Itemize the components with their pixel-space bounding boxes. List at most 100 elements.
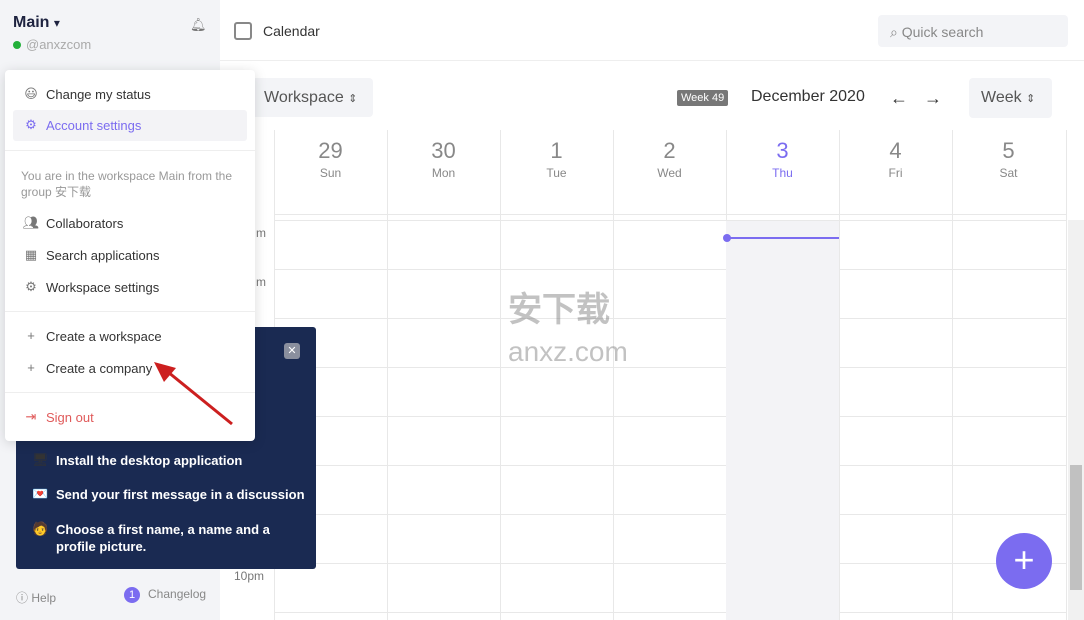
grid-icon: ▦ — [24, 247, 38, 262]
annotation-arrow — [154, 362, 233, 426]
grid-line — [274, 318, 1066, 319]
day-name: Sun — [319, 166, 342, 180]
day-number: 30 — [431, 138, 456, 163]
scope-value: Workspace — [264, 89, 344, 106]
onboarding-item[interactable]: Install the desktop application — [56, 452, 242, 469]
grid-line — [274, 612, 1066, 613]
plus-icon: + — [27, 328, 35, 343]
bell-icon[interactable]: 🔔︎ — [190, 17, 207, 33]
change-status-item[interactable]: 😃 Change my status — [13, 79, 247, 110]
day-header[interactable]: 29 Sun — [274, 138, 387, 180]
menu-label: Create a company — [46, 361, 153, 376]
grid-line — [1066, 130, 1067, 620]
grid-line — [500, 130, 501, 620]
close-icon[interactable]: ✕ — [284, 343, 300, 359]
create-workspace-item[interactable]: + Create a workspace — [13, 321, 247, 352]
chevron-down-icon: ▾ — [53, 16, 60, 30]
day-header[interactable]: 2 Wed — [613, 138, 726, 180]
grid-line — [274, 465, 1066, 466]
day-header[interactable]: 5 Sat — [952, 138, 1065, 180]
search-icon: ⌕ — [890, 24, 898, 40]
search-input[interactable]: ⌕ Quick search — [878, 15, 1068, 47]
search-placeholder: Quick search — [901, 24, 984, 40]
account-settings-item[interactable]: ⚙ Account settings — [13, 110, 247, 141]
grid-line — [387, 130, 388, 620]
search-applications-item[interactable]: ▦ Search applications — [13, 240, 247, 271]
updown-icon: ⇕ — [348, 93, 358, 105]
divider — [5, 150, 255, 151]
page-title: Calendar — [263, 23, 320, 39]
gear-icon: ⚙ — [25, 117, 37, 132]
grid-line — [274, 514, 1066, 515]
add-event-button[interactable]: + — [996, 533, 1052, 589]
grid-line — [613, 130, 614, 620]
grid-line — [274, 563, 1066, 564]
workspace-switcher[interactable]: Main ▾ — [13, 14, 60, 32]
day-header[interactable]: 1 Tue — [500, 138, 613, 180]
smiley-icon: 😃 — [24, 86, 38, 101]
onboarding-item[interactable]: Send your first message in a discussion — [56, 486, 305, 503]
grid-line — [839, 130, 840, 620]
day-number: 1 — [550, 138, 563, 163]
onboarding-item[interactable]: Choose a first name, a name and a profil… — [56, 521, 296, 555]
time-label: m — [256, 226, 266, 240]
day-number: 3 — [776, 138, 789, 163]
top-bar: Calendar ⌕ Quick search — [220, 0, 1084, 61]
help-icon: ⓘ — [16, 591, 29, 605]
current-time-line — [723, 234, 839, 242]
day-number: 2 — [663, 138, 676, 163]
grid-line — [274, 416, 1066, 417]
changelog-link[interactable]: 1 Changelog — [124, 587, 206, 603]
day-header[interactable]: 4 Fri — [839, 138, 952, 180]
users-icon: 👥︎ — [22, 215, 40, 230]
day-number: 5 — [1002, 138, 1015, 163]
menu-label: Search applications — [46, 248, 160, 263]
handle-text: @anxzcom — [26, 37, 92, 52]
current-time-dot — [723, 234, 731, 242]
workspace-settings-item[interactable]: ⚙ Workspace settings — [13, 272, 247, 303]
person-icon: 🧑 — [32, 521, 49, 536]
view-value: Week — [981, 89, 1022, 106]
view-select[interactable]: Week ⇕ — [969, 78, 1052, 118]
changelog-label: Changelog — [148, 587, 207, 601]
day-name: Wed — [657, 166, 682, 180]
plus-icon: + — [27, 360, 35, 375]
scope-select[interactable]: Workspace ⇕ — [252, 78, 373, 117]
updown-icon: ⇕ — [1026, 93, 1036, 105]
day-name: Mon — [431, 166, 456, 180]
envelope-heart-icon: 💌 — [32, 486, 49, 501]
collaborators-item[interactable]: 👥︎ Collaborators — [13, 208, 247, 239]
month-label: December 2020 — [751, 88, 865, 105]
day-header[interactable]: 30 Mon — [387, 138, 500, 180]
prev-arrow-icon[interactable]: ← — [890, 88, 908, 109]
day-number: 4 — [889, 138, 902, 163]
day-header[interactable]: 3 Thu — [726, 138, 839, 180]
watermark: 安下载 anxz.com — [508, 291, 628, 367]
menu-label: Sign out — [46, 410, 94, 425]
menu-label: Change my status — [46, 87, 151, 102]
next-arrow-icon[interactable]: → — [924, 88, 942, 109]
scrollbar-thumb[interactable] — [1070, 465, 1082, 590]
calendar-icon — [234, 22, 252, 40]
changelog-badge: 1 — [124, 587, 140, 603]
help-link[interactable]: ⓘ Help — [16, 589, 56, 606]
menu-label: Create a workspace — [46, 329, 162, 344]
week-badge: Week 49 — [677, 90, 729, 106]
help-label: Help — [31, 591, 57, 605]
menu-label: Workspace settings — [46, 280, 160, 295]
menu-label: Account settings — [46, 118, 142, 133]
online-status-icon — [13, 41, 21, 49]
grid-line — [274, 269, 1066, 270]
sign-out-icon: ⇥ — [25, 409, 37, 424]
user-handle: @anxzcom — [13, 37, 91, 52]
grid-line — [952, 130, 953, 620]
workspace-name: Main — [13, 14, 50, 31]
grid-line — [274, 367, 1066, 368]
time-label: 10pm — [234, 569, 265, 583]
day-name: Fri — [888, 166, 903, 180]
day-number: 29 — [318, 138, 343, 163]
gear-icon: ⚙ — [25, 279, 37, 294]
day-name: Sat — [999, 166, 1018, 180]
today-column — [726, 221, 839, 620]
scrollbar[interactable] — [1068, 220, 1084, 620]
